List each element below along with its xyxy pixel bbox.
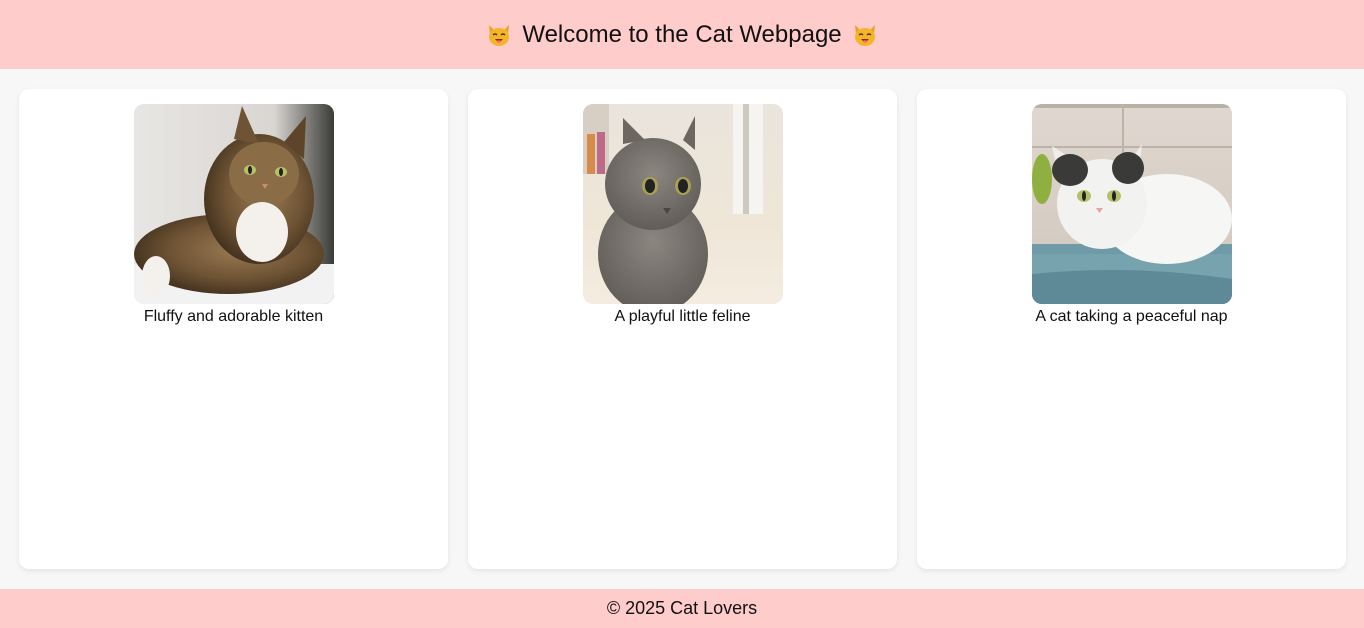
cat-card: A playful little feline (468, 89, 897, 569)
footer-text: © 2025 Cat Lovers (606, 598, 758, 618)
gray-cat-photo (582, 104, 783, 304)
cat-face-icon (854, 24, 875, 46)
maine-coon-cat-photo (133, 104, 334, 304)
cat-card: Fluffy and adorable kitten (19, 89, 448, 569)
card-caption: A cat taking a peaceful nap (1035, 308, 1228, 325)
page-title: Welcome to the Cat Webpage (522, 20, 842, 48)
cat-card-grid: Fluffy and adorable kitten A playful lit… (19, 89, 1346, 569)
card-caption: A playful little feline (614, 308, 751, 325)
white-cat-photo (1031, 104, 1232, 304)
card-caption: Fluffy and adorable kitten (143, 308, 324, 325)
page-footer: © 2025 Cat Lovers (0, 589, 1364, 628)
page-header: Welcome to the Cat Webpage (0, 0, 1364, 69)
cat-card: A cat taking a peaceful nap (917, 89, 1346, 569)
header-title-row: Welcome to the Cat Webpage (486, 21, 877, 49)
cat-face-icon (489, 24, 510, 46)
